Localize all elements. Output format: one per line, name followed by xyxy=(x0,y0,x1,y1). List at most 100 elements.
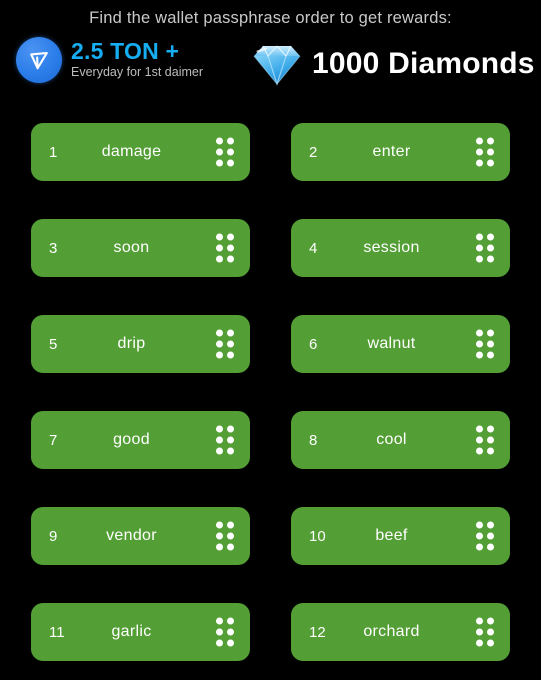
passphrase-card-index: 1 xyxy=(49,143,58,161)
drag-handle-dot xyxy=(216,425,223,433)
drag-handle-dot xyxy=(487,137,494,145)
drag-handle-dot xyxy=(227,639,234,647)
drag-handle-dot xyxy=(487,340,494,348)
drag-handle-dot xyxy=(227,425,234,433)
passphrase-card[interactable]: 2 enter xyxy=(291,123,510,181)
drag-handle-dot xyxy=(227,532,234,540)
passphrase-card[interactable]: 4 session xyxy=(291,219,510,277)
drag-handle-dot xyxy=(227,137,234,145)
drag-handle-icon[interactable] xyxy=(476,521,494,551)
drag-handle-dot xyxy=(487,244,494,252)
page-title: Find the wallet passphrase order to get … xyxy=(89,9,452,27)
drag-handle-dot xyxy=(476,639,483,647)
drag-handle-dot xyxy=(216,447,223,455)
drag-handle-dot xyxy=(216,639,223,647)
drag-handle-dot xyxy=(216,436,223,444)
drag-handle-dot xyxy=(216,521,223,529)
passphrase-card[interactable]: 11 garlic xyxy=(31,603,250,661)
drag-handle-dot xyxy=(216,159,223,167)
rewards-banner: 2.5 TON + Everyday for 1st daimer 1000 D… xyxy=(0,35,541,97)
drag-handle-dot xyxy=(216,543,223,551)
drag-handle-dot xyxy=(476,233,483,241)
ton-amount-label: 2.5 TON + xyxy=(71,38,180,65)
drag-handle-dot xyxy=(476,425,483,433)
drag-handle-dot xyxy=(476,351,483,359)
ton-reward: 2.5 TON + Everyday for 1st daimer xyxy=(16,37,203,83)
drag-handle-icon[interactable] xyxy=(476,617,494,647)
drag-handle-dot xyxy=(487,148,494,156)
passphrase-card[interactable]: 5 drip xyxy=(31,315,250,373)
drag-handle-icon[interactable] xyxy=(216,137,234,167)
diamond-reward: 1000 Diamonds xyxy=(248,37,535,91)
drag-handle-dot xyxy=(227,543,234,551)
drag-handle-dot xyxy=(227,340,234,348)
drag-handle-icon[interactable] xyxy=(476,425,494,455)
passphrase-card-index: 7 xyxy=(49,431,58,449)
diamond-gem-icon xyxy=(248,37,306,91)
drag-handle-dot xyxy=(216,617,223,625)
drag-handle-dot xyxy=(487,639,494,647)
drag-handle-dot xyxy=(487,351,494,359)
drag-handle-dot xyxy=(227,148,234,156)
drag-handle-dot xyxy=(227,521,234,529)
drag-handle-dot xyxy=(487,532,494,540)
drag-handle-dot xyxy=(227,329,234,337)
drag-handle-dot xyxy=(227,255,234,263)
drag-handle-dot xyxy=(227,617,234,625)
drag-handle-icon[interactable] xyxy=(216,521,234,551)
drag-handle-icon[interactable] xyxy=(476,137,494,167)
passphrase-card[interactable]: 12 orchard xyxy=(291,603,510,661)
passphrase-card[interactable]: 7 good xyxy=(31,411,250,469)
drag-handle-dot xyxy=(487,233,494,241)
drag-handle-dot xyxy=(476,329,483,337)
drag-handle-dot xyxy=(227,436,234,444)
passphrase-card-index: 12 xyxy=(309,623,326,641)
drag-handle-dot xyxy=(476,543,483,551)
passphrase-card[interactable]: 1 damage xyxy=(31,123,250,181)
drag-handle-dot xyxy=(216,244,223,252)
drag-handle-icon[interactable] xyxy=(476,233,494,263)
ton-coin-icon xyxy=(16,37,62,83)
drag-handle-dot xyxy=(227,159,234,167)
drag-handle-dot xyxy=(476,532,483,540)
drag-handle-dot xyxy=(227,447,234,455)
drag-handle-dot xyxy=(216,233,223,241)
drag-handle-icon[interactable] xyxy=(476,329,494,359)
drag-handle-dot xyxy=(487,628,494,636)
drag-handle-dot xyxy=(476,159,483,167)
passphrase-ordering-screen: Find the wallet passphrase order to get … xyxy=(0,0,541,680)
drag-handle-dot xyxy=(476,617,483,625)
passphrase-card[interactable]: 10 beef xyxy=(291,507,510,565)
drag-handle-icon[interactable] xyxy=(216,329,234,359)
drag-handle-dot xyxy=(487,425,494,433)
drag-handle-icon[interactable] xyxy=(216,425,234,455)
drag-handle-dot xyxy=(227,244,234,252)
diamond-amount-label: 1000 Diamonds xyxy=(312,47,535,80)
drag-handle-dot xyxy=(487,521,494,529)
passphrase-card-index: 10 xyxy=(309,527,326,545)
drag-handle-icon[interactable] xyxy=(216,617,234,647)
passphrase-word-grid: 1 damage 2 enter 3 soon 4 session 5 drip 6 walnut 7 g… xyxy=(31,123,510,661)
passphrase-card-index: 3 xyxy=(49,239,58,257)
drag-handle-dot xyxy=(216,255,223,263)
passphrase-card[interactable]: 8 cool xyxy=(291,411,510,469)
drag-handle-dot xyxy=(476,447,483,455)
drag-handle-dot xyxy=(487,447,494,455)
passphrase-card-index: 9 xyxy=(49,527,58,545)
drag-handle-icon[interactable] xyxy=(216,233,234,263)
drag-handle-dot xyxy=(227,628,234,636)
passphrase-card[interactable]: 9 vendor xyxy=(31,507,250,565)
ton-subtitle-label: Everyday for 1st daimer xyxy=(71,65,203,80)
drag-handle-dot xyxy=(487,329,494,337)
drag-handle-dot xyxy=(476,244,483,252)
drag-handle-dot xyxy=(476,255,483,263)
ton-reward-text: 2.5 TON + Everyday for 1st daimer xyxy=(71,39,203,80)
drag-handle-dot xyxy=(487,436,494,444)
passphrase-card[interactable]: 3 soon xyxy=(31,219,250,277)
drag-handle-dot xyxy=(216,329,223,337)
drag-handle-dot xyxy=(487,617,494,625)
drag-handle-dot xyxy=(476,340,483,348)
passphrase-card-index: 8 xyxy=(309,431,318,449)
drag-handle-dot xyxy=(216,628,223,636)
passphrase-card[interactable]: 6 walnut xyxy=(291,315,510,373)
